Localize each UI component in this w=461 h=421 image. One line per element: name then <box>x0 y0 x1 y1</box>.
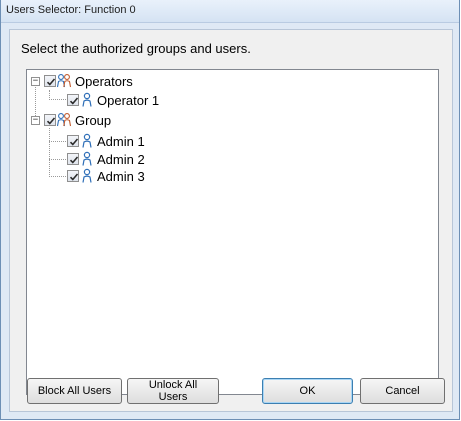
checkmark-icon <box>69 156 79 164</box>
users-tree[interactable]: − Operators Operator 1 − Group Admin 1 A… <box>26 69 439 395</box>
tree-line <box>49 141 66 142</box>
checkmark-icon <box>69 173 79 181</box>
user-label: Operator 1 <box>97 93 160 108</box>
tree-line <box>49 176 66 177</box>
collapse-minus-icon[interactable]: − <box>31 77 40 86</box>
group-label: Operators <box>75 74 133 89</box>
dialog-body: Select the authorized groups and users. … <box>9 29 453 412</box>
user-label: Admin 1 <box>97 134 145 149</box>
user-icon <box>82 168 92 183</box>
tree-group-group[interactable]: − Group <box>29 112 169 129</box>
tree-line <box>49 128 50 177</box>
window-title: Users Selector: Function 0 <box>6 4 136 16</box>
user-checkbox[interactable] <box>67 153 79 165</box>
user-checkbox[interactable] <box>67 170 79 182</box>
group-users-icon <box>56 113 72 127</box>
user-checkbox[interactable] <box>67 135 79 147</box>
tree-user-admin-3[interactable]: Admin 3 <box>67 168 197 185</box>
instructions-text: Select the authorized groups and users. <box>21 41 251 56</box>
group-users-icon <box>56 74 72 88</box>
tree-user-operator-1[interactable]: Operator 1 <box>67 92 197 109</box>
user-label: Admin 2 <box>97 152 145 167</box>
user-icon <box>82 92 92 107</box>
ok-button[interactable]: OK <box>262 378 353 404</box>
user-icon <box>82 151 92 166</box>
cancel-button[interactable]: Cancel <box>360 378 445 404</box>
tree-group-operators[interactable]: − Operators <box>29 73 169 90</box>
user-label: Admin 3 <box>97 169 145 184</box>
unlock-all-users-button[interactable]: Unlock All Users <box>127 378 219 404</box>
user-checkbox[interactable] <box>67 94 79 106</box>
tree-user-admin-2[interactable]: Admin 2 <box>67 151 197 168</box>
users-selector-dialog: Users Selector: Function 0 Select the au… <box>0 0 460 420</box>
tree-line <box>49 99 66 100</box>
user-icon <box>82 133 92 148</box>
checkmark-icon <box>69 138 79 146</box>
checkmark-icon <box>69 97 79 105</box>
collapse-minus-icon[interactable]: − <box>31 116 40 125</box>
tree-user-admin-1[interactable]: Admin 1 <box>67 133 197 150</box>
block-all-users-button[interactable]: Block All Users <box>27 378 122 404</box>
group-checkbox[interactable] <box>44 75 56 87</box>
group-label: Group <box>75 113 112 128</box>
group-checkbox[interactable] <box>44 114 56 126</box>
tree-line <box>49 159 66 160</box>
title-bar[interactable]: Users Selector: Function 0 <box>1 0 459 23</box>
